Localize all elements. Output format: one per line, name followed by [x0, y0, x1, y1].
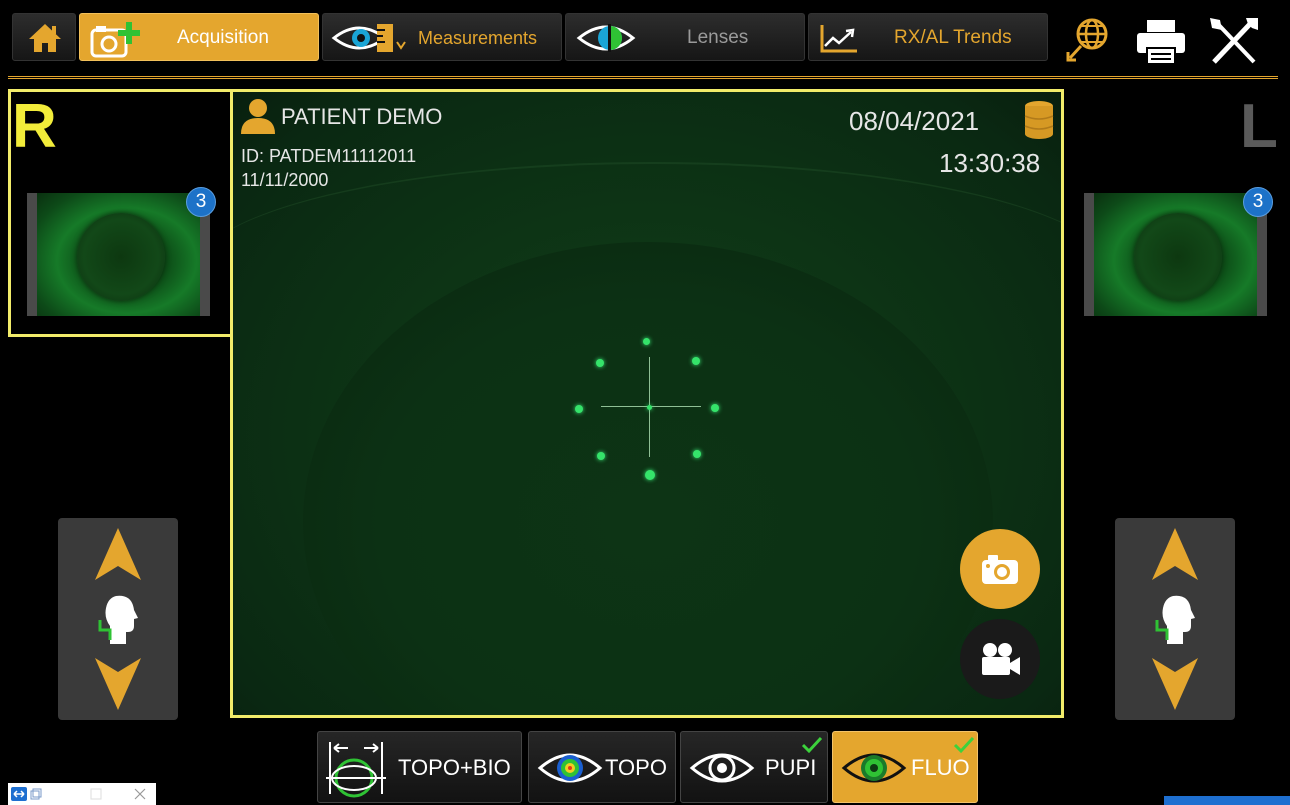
tab-acquisition[interactable]: Acquisition: [79, 13, 319, 61]
close-icon[interactable]: [134, 788, 146, 800]
maximize-icon[interactable]: [90, 788, 102, 800]
database-icon: [1024, 101, 1054, 139]
right-eye-image: [37, 193, 200, 316]
globe-icon: [1066, 18, 1108, 62]
topo-bio-icon: [326, 742, 386, 798]
mode-fluo-button[interactable]: FLUO: [832, 731, 978, 803]
right-eye-count-badge: 3: [186, 187, 216, 217]
toolbar-divider: [8, 76, 1278, 79]
topo-map-eye-icon: [537, 753, 603, 783]
mode-topo-label: TOPO: [605, 755, 667, 780]
video-camera-icon: [982, 643, 1020, 675]
record-video-button[interactable]: [960, 619, 1040, 699]
target-dot-left: [575, 405, 583, 413]
restore-icon[interactable]: [30, 788, 42, 800]
minimized-window-bar[interactable]: [8, 783, 156, 805]
capture-photo-button[interactable]: [960, 529, 1040, 609]
right-eye-thumbnail[interactable]: [27, 193, 210, 316]
printer-icon: [1137, 20, 1185, 65]
taskbar-notification-strip: [1164, 796, 1290, 805]
tab-measurements[interactable]: Measurements: [322, 13, 562, 61]
add-camera-icon: [90, 22, 140, 58]
left-eye-thumbnail[interactable]: [1084, 193, 1267, 316]
trend-chart-icon: [820, 25, 857, 53]
patient-icon: [241, 99, 275, 134]
mode-pupi-button[interactable]: PUPI: [680, 731, 828, 803]
tab-lenses[interactable]: Lenses: [565, 13, 805, 61]
top-toolbar: Acquisition Measurements Lenses RX/AL Tr…: [0, 0, 1290, 78]
chinrest-down-arrow-icon[interactable]: [93, 656, 143, 712]
patient-id: ID: PATDEM11112011: [241, 146, 417, 166]
left-eye-count-badge: 3: [1243, 187, 1273, 217]
mode-topo-bio-button[interactable]: TOPO+BIO: [317, 731, 522, 803]
chinrest-down-arrow-icon[interactable]: [1150, 656, 1200, 712]
lens-eye-icon: [576, 24, 636, 52]
tab-lenses-label: Lenses: [687, 27, 749, 48]
left-chinrest-control: [1115, 518, 1235, 720]
right-eye-iris: [77, 213, 165, 301]
chinrest-up-arrow-icon[interactable]: [93, 526, 143, 582]
target-dot-bottom: [645, 470, 655, 480]
eye-measure-icon: [331, 24, 406, 52]
left-eye-iris: [1134, 213, 1222, 301]
target-dot-top-left: [596, 359, 604, 367]
settings-button[interactable]: [1206, 14, 1262, 68]
mode-topo-bio-label: TOPO+BIO: [398, 755, 511, 780]
target-dot-top-right: [692, 357, 700, 365]
right-chinrest-control: [58, 518, 178, 720]
completed-check-icon: [953, 736, 975, 754]
head-profile-icon: [1155, 595, 1195, 644]
completed-check-icon: [801, 736, 823, 754]
head-profile-icon: [98, 595, 138, 644]
right-eye-label: R: [12, 92, 57, 161]
left-eye-label: L: [1240, 92, 1278, 161]
home-icon: [29, 24, 61, 52]
remote-app-icon: [11, 787, 27, 801]
tools-icon: [1210, 18, 1258, 64]
tab-acquisition-label: Acquisition: [177, 27, 269, 48]
exam-date: 08/04/2021: [849, 106, 980, 136]
patient-dob: 11/11/2000: [241, 170, 329, 190]
tab-measurements-label: Measurements: [418, 28, 538, 48]
tab-rx-al-trends-label: RX/AL Trends: [894, 27, 1012, 48]
target-dot-center: [647, 405, 652, 410]
camera-icon: [982, 555, 1018, 584]
home-button[interactable]: [12, 13, 76, 61]
live-capture-view: PATIENT DEMO ID: PATDEM11112011 11/11/20…: [230, 89, 1064, 718]
patient-name: PATIENT DEMO: [281, 104, 443, 129]
target-dot-bottom-left: [597, 452, 605, 460]
target-dot-bottom-right: [693, 450, 701, 458]
fluo-eye-icon: [841, 753, 907, 783]
left-eye-image: [1094, 193, 1257, 316]
target-dot-right: [711, 404, 719, 412]
exam-time: 13:30:38: [939, 148, 1041, 178]
language-button[interactable]: [1062, 14, 1114, 66]
print-button[interactable]: [1134, 18, 1188, 66]
tab-rx-al-trends[interactable]: RX/AL Trends: [808, 13, 1048, 61]
target-dot-top: [643, 338, 650, 345]
pupil-eye-icon: [689, 753, 755, 783]
mode-topo-button[interactable]: TOPO: [528, 731, 676, 803]
chinrest-up-arrow-icon[interactable]: [1150, 526, 1200, 582]
